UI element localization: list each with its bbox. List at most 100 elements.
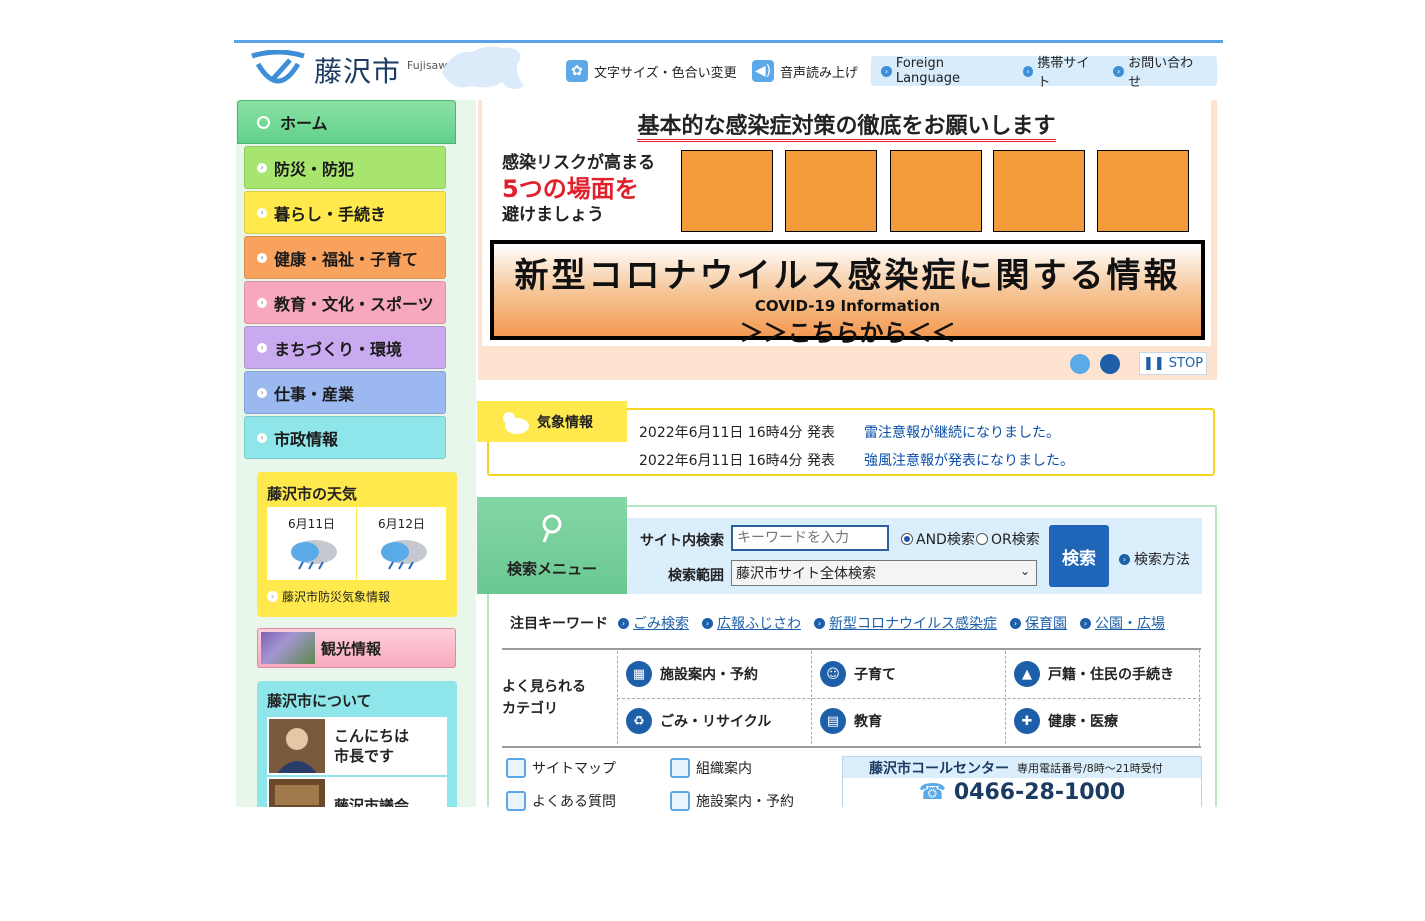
mayor-photo	[269, 719, 325, 773]
disaster-weather-link[interactable]: › 藤沢市防災気象情報	[267, 588, 390, 605]
category-label: 施設案内・予約	[660, 667, 758, 683]
nav-item-health-welfare[interactable]: › 健康・福祉・子育て	[244, 236, 446, 279]
gear-icon: ✿	[566, 60, 588, 82]
baby-icon: ☺	[820, 661, 846, 687]
chevron-down-icon: ⌄	[1019, 564, 1030, 578]
search-input[interactable]	[731, 525, 889, 551]
category-label: 健康・医療	[1048, 714, 1118, 730]
weather-date: 6月12日	[378, 517, 425, 531]
site-name: 藤沢市	[314, 55, 402, 88]
tourism-label: 観光情報	[321, 639, 382, 658]
search-button[interactable]: 検索	[1049, 525, 1109, 587]
faq-link[interactable]: よくある質問	[506, 791, 616, 811]
nav-item-label: 教育・文化・スポーツ	[274, 294, 434, 314]
contact-link[interactable]: › お問い合わせ	[1113, 52, 1205, 90]
nav-item-disaster-prevention[interactable]: › 防災・防犯	[244, 146, 446, 189]
keyword-link[interactable]: › 新型コロナウイルス感染症	[814, 613, 997, 633]
risk-text: 感染リスクが高まる 5つの場面を 避けましょう	[502, 150, 655, 228]
category-health-medical[interactable]: ✚ 健康・医療	[1005, 698, 1199, 744]
council-card-line1: 藤沢市議会	[334, 797, 410, 807]
featured-keywords: 注目キーワード › ごみ検索 › 広報ふじさわ › 新型コロナウイルス感染症 › 保育園…	[510, 613, 1178, 633]
search-scope-label: 検索範囲	[668, 568, 724, 584]
mobile-site-label: 携帯サイト	[1037, 56, 1090, 90]
sitemap-link[interactable]: サイトマップ	[506, 758, 616, 778]
covid-link-text: ＞＞こちらから＜＜	[739, 319, 956, 347]
read-aloud-button[interactable]: ◀) 音声読み上げ	[752, 60, 858, 82]
call-center-phone-number: 0466-28-1000	[953, 780, 1126, 805]
keyword-text: ごみ検索	[633, 616, 689, 632]
warning-date: 2022年6月11日 16時4分 発表	[639, 453, 835, 469]
contact-label: お問い合わせ	[1128, 56, 1194, 90]
slide-dot-2[interactable]	[1100, 354, 1120, 374]
warning-row: 2022年6月11日 16時4分 発表 雷注意報が継続になりました。	[639, 422, 1060, 442]
facility-booking-link[interactable]: 施設案内・予約	[670, 791, 794, 811]
and-search-radio[interactable]: AND検索	[901, 529, 975, 549]
arrow-icon: ›	[702, 617, 713, 629]
covid-title: 新型コロナウイルス感染症に関する情報	[514, 256, 1181, 296]
category-label: 教育	[854, 714, 882, 730]
risk-line1: 感染リスクが高まる	[502, 153, 655, 173]
divider	[617, 698, 1201, 699]
arrow-icon: ›	[881, 65, 892, 77]
header-links: › Foreign Language › 携帯サイト › お問い合わせ	[871, 56, 1217, 90]
organization-link[interactable]: 組織案内	[670, 758, 752, 778]
tourism-button[interactable]: 観光情報	[257, 628, 456, 668]
nav-item-living[interactable]: › 暮らし・手続き	[244, 191, 446, 234]
category-education[interactable]: ▤ 教育	[811, 698, 1005, 744]
nav-item-label: 仕事・産業	[274, 384, 355, 404]
pictogram-gathering-icon	[785, 150, 877, 232]
search-help-link[interactable]: › 検索方法	[1119, 549, 1190, 569]
keyword-link[interactable]: › 公園・広場	[1080, 613, 1165, 633]
city-emblem-icon	[251, 50, 305, 84]
warning-link[interactable]: 強風注意報が発表になりました。	[864, 450, 1074, 470]
slideshow-stop-button[interactable]: ❚❚ STOP	[1139, 352, 1207, 375]
keyword-link[interactable]: › 広報ふじさわ	[702, 613, 801, 633]
arrow-icon: ›	[1113, 65, 1125, 77]
category-facilities[interactable]: ▦ 施設案内・予約	[617, 651, 811, 697]
call-center-phone[interactable]: ☎ 0466-28-1000	[843, 780, 1201, 805]
nav-item-town-planning[interactable]: › まちづくり・環境	[244, 326, 446, 369]
mayor-greeting-card[interactable]: こんにちは 市長です	[267, 717, 447, 775]
nav-home[interactable]: ホーム	[237, 100, 456, 144]
building-icon	[670, 791, 690, 811]
banner-title: 基本的な感染症対策の徹底をお願いします	[482, 108, 1211, 142]
or-search-radio[interactable]: OR検索	[976, 529, 1040, 549]
nav-item-work-industry[interactable]: › 仕事・産業	[244, 371, 446, 414]
nav-item-city-administration[interactable]: › 市政情報	[244, 416, 446, 459]
nav-item-label: まちづくり・環境	[274, 339, 403, 359]
category-recycling[interactable]: ♻ ごみ・リサイクル	[617, 698, 811, 744]
slide-dot-1[interactable]	[1070, 354, 1090, 374]
arrow-icon: ›	[257, 162, 267, 173]
arrow-icon: ›	[1119, 553, 1130, 565]
warning-row: 2022年6月11日 16時4分 発表 強風注意報が発表になりました。	[639, 450, 1074, 470]
keyword-link[interactable]: › ごみ検索	[618, 613, 689, 633]
popular-categories: よく見られる カテゴリ ▦ 施設案内・予約 ☺ 子育て ▲ 戸籍・住民の手続き ♻ ごみ…	[502, 648, 1201, 748]
foreign-language-label: Foreign Language	[895, 56, 960, 86]
nav-item-label: 健康・福祉・子育て	[274, 249, 419, 269]
faq-label: よくある質問	[532, 794, 616, 810]
risk-line2: 5つの場面を	[502, 175, 639, 203]
arrow-icon: ›	[618, 617, 629, 629]
warning-link[interactable]: 雷注意報が継続になりました。	[864, 422, 1060, 442]
and-search-label: AND検索	[916, 532, 975, 548]
call-center-header: 藤沢市コールセンター 専用電話番号/8時〜21時受付	[843, 757, 1201, 778]
category-family-registry[interactable]: ▲ 戸籍・住民の手続き	[1005, 651, 1199, 697]
city-council-card[interactable]: 藤沢市議会	[267, 777, 447, 807]
search-scope-select[interactable]: 藤沢市サイト全体検索 ⌄	[731, 560, 1037, 586]
arrow-icon: ›	[257, 342, 267, 353]
text-size-color-button[interactable]: ✿ 文字サイズ・色合い変更	[566, 60, 737, 82]
mobile-site-link[interactable]: › 携帯サイト	[1022, 52, 1102, 90]
book-icon: ▤	[820, 708, 846, 734]
circle-icon	[257, 115, 270, 129]
foreign-language-link[interactable]: › Foreign Language	[881, 56, 1011, 86]
arrow-icon: ›	[267, 591, 278, 602]
nav-item-education-culture[interactable]: › 教育・文化・スポーツ	[244, 281, 446, 324]
covid-banner-slide[interactable]: 基本的な感染症対策の徹底をお願いします 感染リスクが高まる 5つの場面を 避けま…	[482, 100, 1211, 347]
sitemap-icon	[506, 758, 526, 778]
radio-icon	[976, 533, 988, 545]
keyword-link[interactable]: › 保育園	[1010, 613, 1067, 633]
disaster-weather-label: 藤沢市防災気象情報	[282, 590, 391, 604]
category-childcare[interactable]: ☺ 子育て	[811, 651, 1005, 697]
featured-keywords-label: 注目キーワード	[510, 616, 608, 632]
covid-info-link[interactable]: 新型コロナウイルス感染症に関する情報 COVID-19 Information …	[490, 240, 1205, 347]
